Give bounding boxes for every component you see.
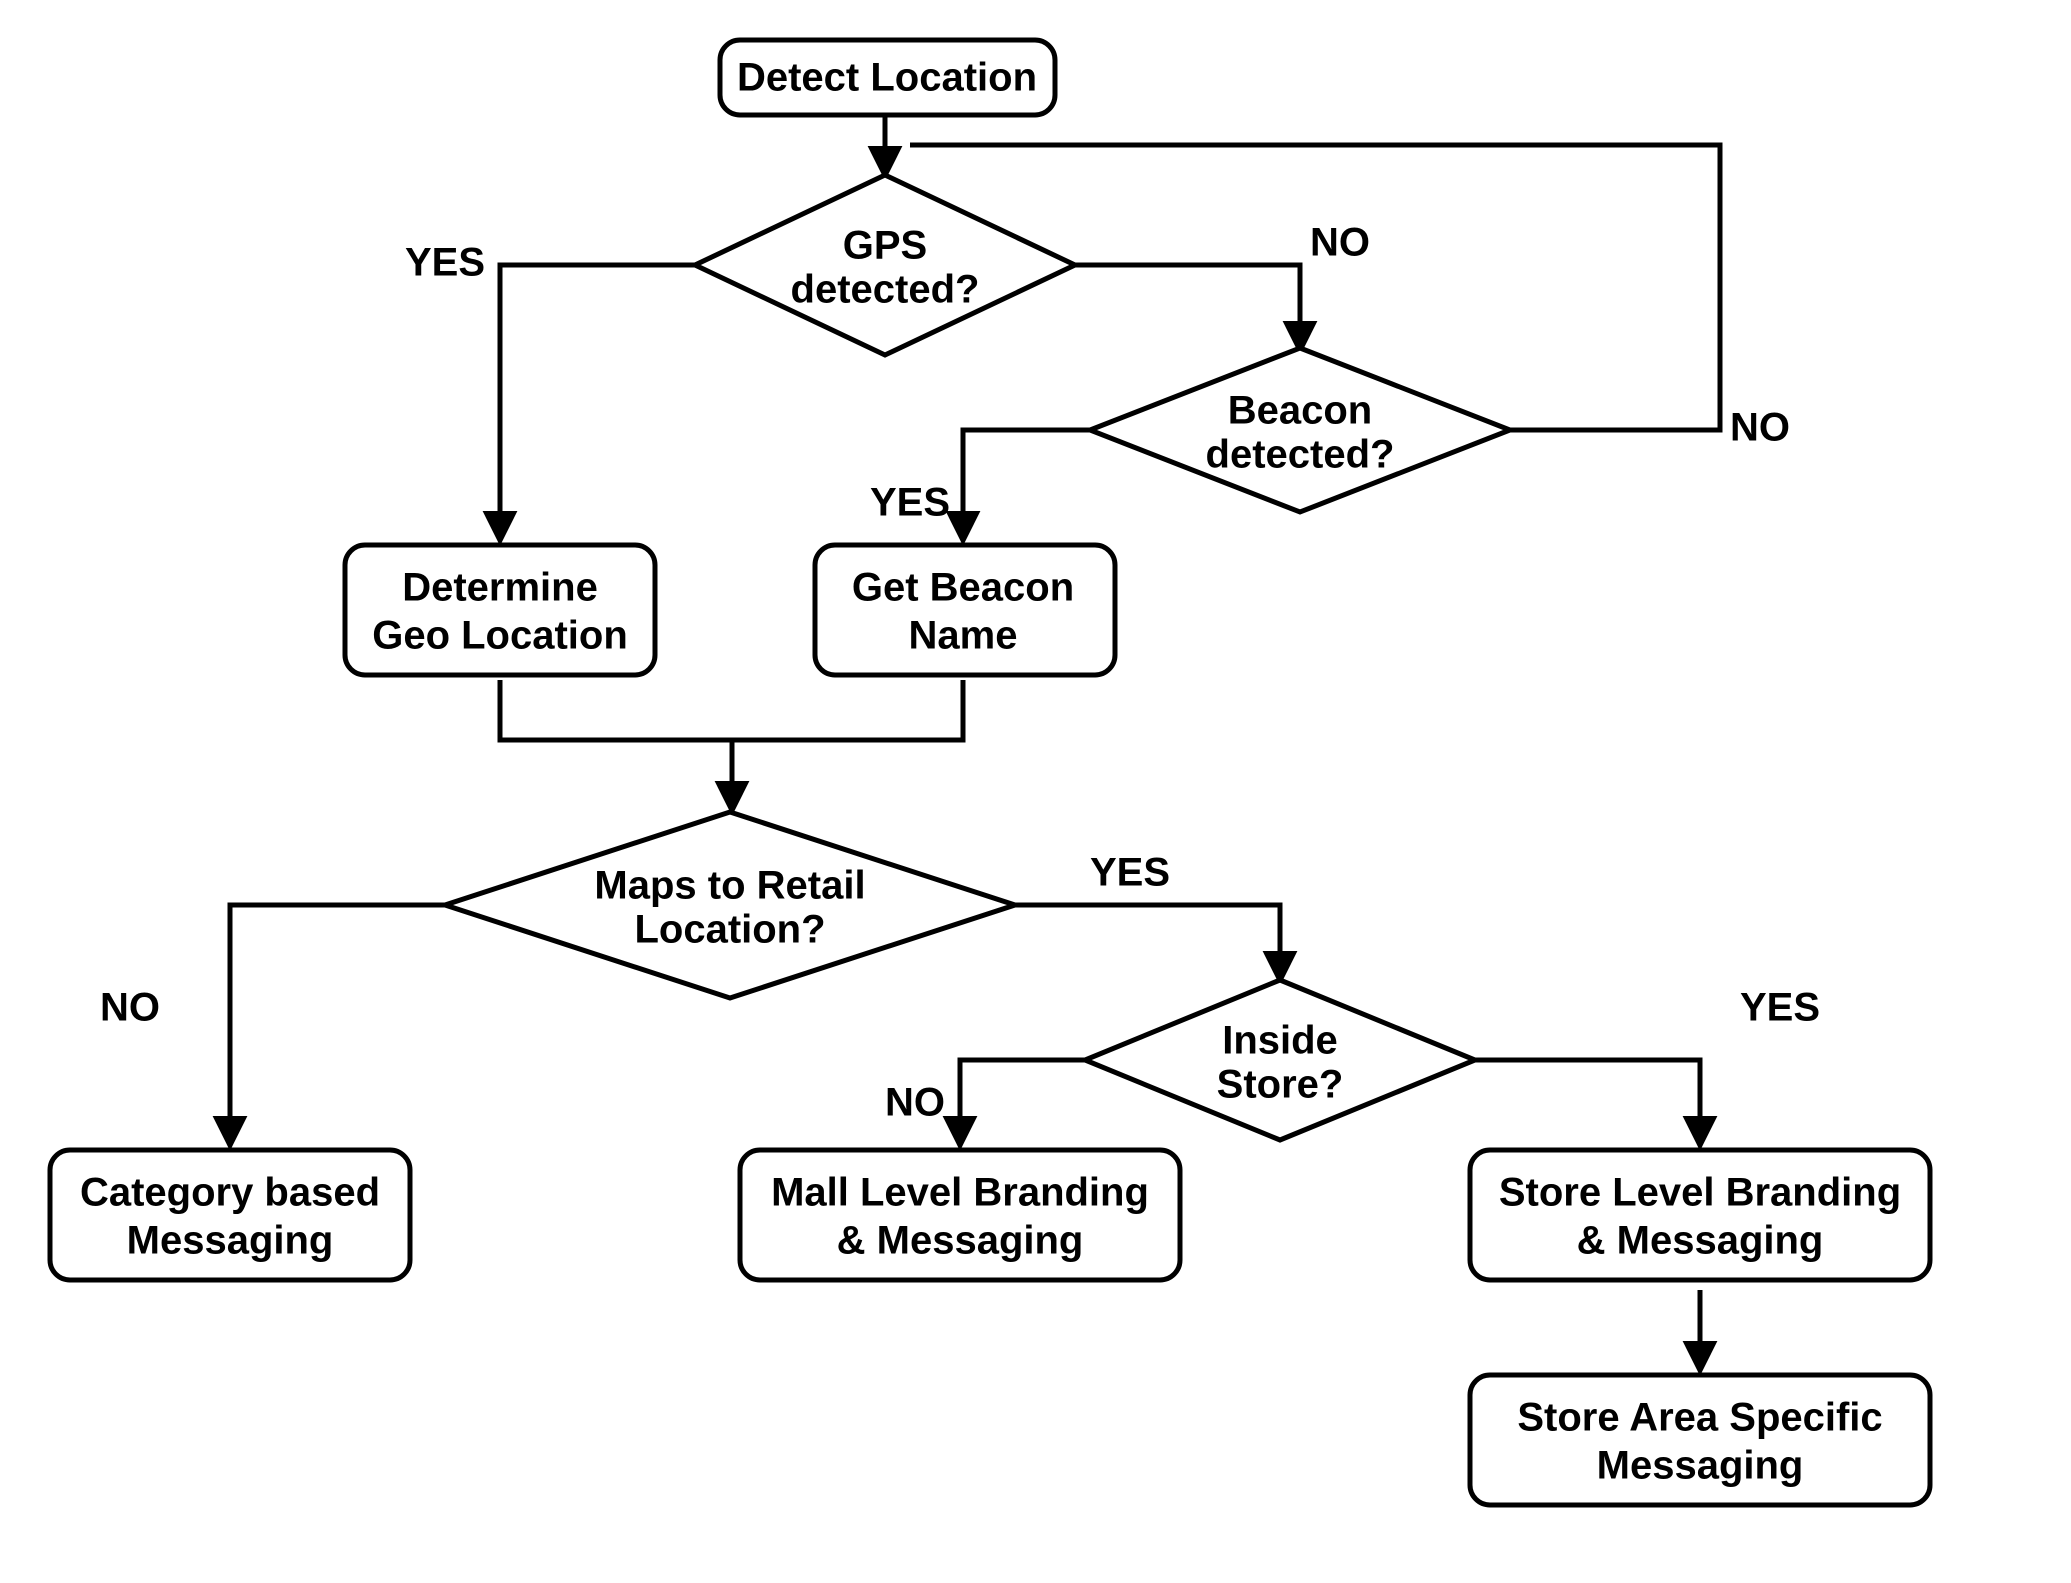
node-category-messaging: Category based Messaging <box>50 1150 410 1280</box>
text-cat-l1: Category based <box>80 1171 380 1215</box>
text-cat-l2: Messaging <box>127 1219 334 1263</box>
label-beacon-no: NO <box>1730 406 1790 450</box>
text-mall-l1: Mall Level Branding <box>771 1171 1149 1215</box>
text-mall-l2: & Messaging <box>837 1219 1084 1263</box>
edge-inside-yes <box>1470 1060 1700 1145</box>
label-inside-no: NO <box>885 1081 945 1125</box>
text-getbeacon-l1: Get Beacon <box>852 566 1074 610</box>
node-beacon-detected: Beacon detected? <box>1090 348 1510 512</box>
edge-merge-horizontal <box>500 680 963 740</box>
edge-maps-no <box>230 905 445 1145</box>
node-store-branding: Store Level Branding & Messaging <box>1470 1150 1930 1280</box>
node-maps-retail: Maps to Retail Location? <box>445 812 1015 998</box>
node-gps-detected: GPS detected? <box>695 175 1075 355</box>
label-beacon-yes: YES <box>870 481 950 525</box>
text-geo-l1: Determine <box>402 566 598 610</box>
edge-maps-yes <box>1012 905 1280 980</box>
edge-inside-no <box>960 1060 1090 1145</box>
text-maps-l1: Maps to Retail <box>594 864 865 908</box>
node-inside-store: Inside Store? <box>1085 980 1475 1140</box>
label-gps-yes: YES <box>405 241 485 285</box>
text-maps-l2: Location? <box>634 908 825 952</box>
label-inside-yes: YES <box>1740 986 1820 1030</box>
text-geo-l2: Geo Location <box>372 614 628 658</box>
text-gps-l1: GPS <box>843 224 927 268</box>
edge-gps-yes <box>500 265 700 540</box>
node-get-beacon: Get Beacon Name <box>815 545 1115 675</box>
text-inside-l2: Store? <box>1217 1063 1344 1107</box>
text-area-l1: Store Area Specific <box>1517 1396 1882 1440</box>
label-maps-yes: YES <box>1090 851 1170 895</box>
node-store-area: Store Area Specific Messaging <box>1470 1375 1930 1505</box>
text-detect-location: Detect Location <box>737 56 1037 100</box>
text-inside-l1: Inside <box>1222 1019 1338 1063</box>
edge-gps-no <box>1070 265 1300 350</box>
text-store-l1: Store Level Branding <box>1499 1171 1901 1215</box>
node-mall-branding: Mall Level Branding & Messaging <box>740 1150 1180 1280</box>
edge-beacon-yes <box>963 430 1095 540</box>
text-getbeacon-l2: Name <box>909 614 1018 658</box>
label-gps-no: NO <box>1310 221 1370 265</box>
text-beacon-l1: Beacon <box>1228 389 1373 433</box>
text-gps-l2: detected? <box>791 268 980 312</box>
text-store-l2: & Messaging <box>1577 1219 1824 1263</box>
text-area-l2: Messaging <box>1597 1444 1804 1488</box>
flowchart: YES NO NO YES NO YES NO YES Detect Locat… <box>0 0 2071 1583</box>
node-detect-location: Detect Location <box>720 40 1055 115</box>
label-maps-no: NO <box>100 986 160 1030</box>
node-determine-geo: Determine Geo Location <box>345 545 655 675</box>
text-beacon-l2: detected? <box>1206 433 1395 477</box>
